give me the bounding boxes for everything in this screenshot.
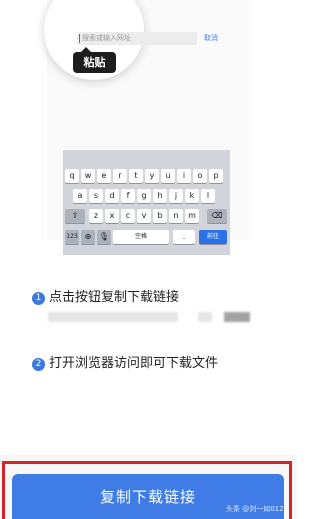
key-c: c bbox=[121, 209, 135, 223]
key-q: q bbox=[65, 169, 79, 183]
key-a: a bbox=[73, 189, 87, 203]
key-f: f bbox=[121, 189, 135, 203]
text-cursor bbox=[79, 34, 80, 43]
step-1-badge: 1 bbox=[32, 292, 45, 305]
step-1: 1 点击按钮复制下载链接 bbox=[32, 290, 179, 306]
blurred-link-text bbox=[224, 312, 250, 322]
key-e: e bbox=[97, 169, 111, 183]
blurred-link-text bbox=[198, 312, 212, 322]
delete-icon: ⌫ bbox=[211, 211, 223, 220]
key-n: n bbox=[169, 209, 183, 223]
dot-key: . bbox=[173, 230, 195, 244]
key-y: y bbox=[145, 169, 159, 183]
keyboard-illustration: q w e r t y u i o p a s d f g h j k l ⇧ … bbox=[63, 150, 230, 255]
key-p: p bbox=[209, 169, 223, 183]
browser-search-input: 搜索或输入网址 bbox=[77, 32, 197, 45]
step-2-badge: 2 bbox=[32, 358, 45, 371]
key-l: l bbox=[201, 189, 215, 203]
microphone-key: 🎙 bbox=[97, 230, 111, 244]
key-b: b bbox=[153, 209, 167, 223]
go-key: 前往 bbox=[199, 230, 227, 244]
key-v: v bbox=[137, 209, 151, 223]
shift-icon: ⇧ bbox=[71, 211, 79, 220]
watermark: 头条 @刘一如0123 bbox=[226, 505, 289, 513]
step-2: 2 打开浏览器访问即可下载文件 bbox=[32, 356, 218, 372]
microphone-icon: 🎙 bbox=[98, 232, 110, 241]
step-2-text: 打开浏览器访问即可下载文件 bbox=[49, 356, 219, 371]
key-s: s bbox=[89, 189, 103, 203]
shift-key: ⇧ bbox=[65, 209, 85, 223]
paste-popup: 粘贴 bbox=[73, 47, 116, 73]
blurred-link-text bbox=[48, 312, 178, 322]
globe-key: ⊕ bbox=[81, 230, 95, 244]
globe-icon: ⊕ bbox=[84, 232, 92, 241]
key-t: t bbox=[129, 169, 143, 183]
key-w: w bbox=[81, 169, 95, 183]
search-placeholder: 搜索或输入网址 bbox=[82, 34, 131, 42]
step-1-text: 点击按钮复制下载链接 bbox=[49, 290, 180, 305]
key-x: x bbox=[105, 209, 119, 223]
delete-key: ⌫ bbox=[207, 209, 227, 223]
space-key: 空格 bbox=[113, 230, 169, 244]
numbers-key: 123 bbox=[65, 230, 79, 244]
key-u: u bbox=[161, 169, 175, 183]
key-o: o bbox=[193, 169, 207, 183]
key-i: i bbox=[177, 169, 191, 183]
key-g: g bbox=[137, 189, 151, 203]
key-r: r bbox=[113, 169, 127, 183]
key-h: h bbox=[153, 189, 167, 203]
key-k: k bbox=[185, 189, 199, 203]
cancel-label: 取消 bbox=[204, 34, 218, 42]
key-j: j bbox=[169, 189, 183, 203]
key-d: d bbox=[105, 189, 119, 203]
key-m: m bbox=[185, 209, 199, 223]
key-z: z bbox=[89, 209, 103, 223]
